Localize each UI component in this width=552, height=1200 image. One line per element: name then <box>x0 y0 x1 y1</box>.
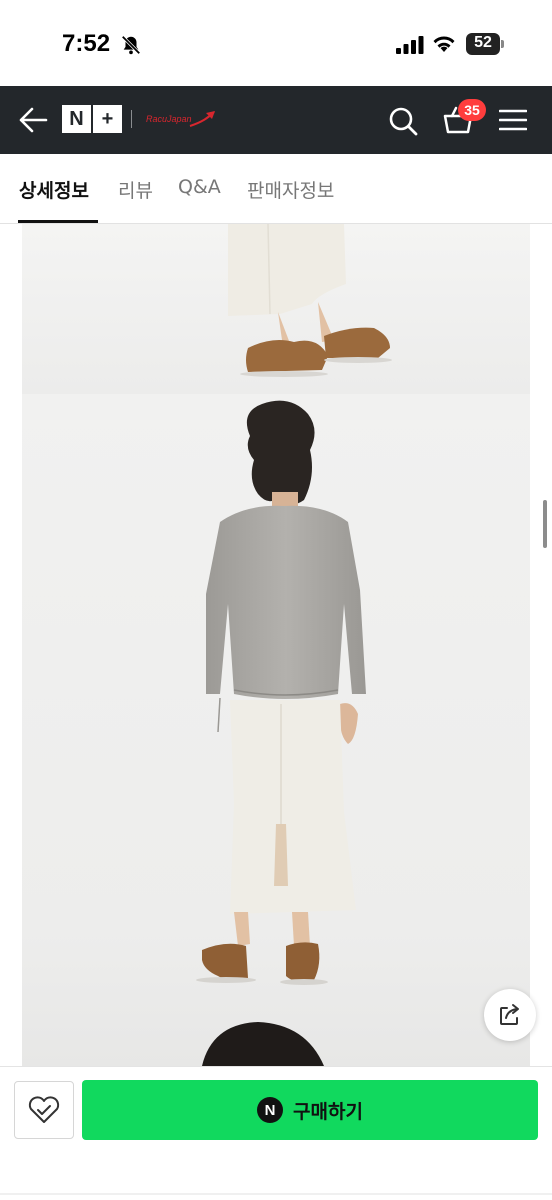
bell-slash-icon <box>121 35 141 55</box>
active-tab-underline <box>18 220 98 223</box>
signal-icon <box>396 36 424 54</box>
back-arrow-icon[interactable] <box>18 106 48 134</box>
brand-swoosh-icon <box>189 111 215 127</box>
tab-review[interactable]: 리뷰 <box>118 176 153 203</box>
status-time: 7:52 <box>62 30 111 57</box>
purchase-bar: N 구매하기 <box>0 1066 552 1200</box>
scroll-indicator[interactable] <box>543 500 547 548</box>
buy-button-label: 구매하기 <box>293 1100 363 1123</box>
heart-check-icon <box>28 1096 60 1123</box>
app-header: N + RacuJapan 35 <box>0 86 552 154</box>
hamburger-menu-icon[interactable] <box>499 108 527 132</box>
home-indicator <box>0 1193 552 1195</box>
tab-detail[interactable]: 상세정보 <box>19 176 89 203</box>
wishlist-button[interactable] <box>14 1081 74 1139</box>
tab-seller-info[interactable]: 판매자정보 <box>247 176 334 203</box>
search-icon[interactable] <box>388 106 418 136</box>
logo-divider <box>131 110 132 128</box>
product-tabs: 상세정보 리뷰 Q&A 판매자정보 <box>0 154 552 224</box>
battery-icon: 52 <box>466 33 504 55</box>
product-photo <box>22 224 530 1066</box>
logo-plus: + <box>93 105 122 133</box>
status-bar: 7:52 52 <box>0 0 552 86</box>
logo-n: N <box>62 105 91 133</box>
nplus-logo[interactable]: N + <box>62 105 122 135</box>
product-detail-content <box>0 224 552 1066</box>
buy-button[interactable]: N 구매하기 <box>82 1080 538 1140</box>
battery-level: 52 <box>474 34 492 51</box>
cart-count-badge: 35 <box>458 99 486 121</box>
share-button[interactable] <box>484 989 536 1041</box>
tab-qna[interactable]: Q&A <box>178 176 221 198</box>
share-icon <box>500 1004 519 1025</box>
npay-icon: N <box>257 1097 284 1123</box>
brand-logo[interactable]: RacuJapan <box>146 110 218 132</box>
wifi-icon <box>433 36 455 52</box>
